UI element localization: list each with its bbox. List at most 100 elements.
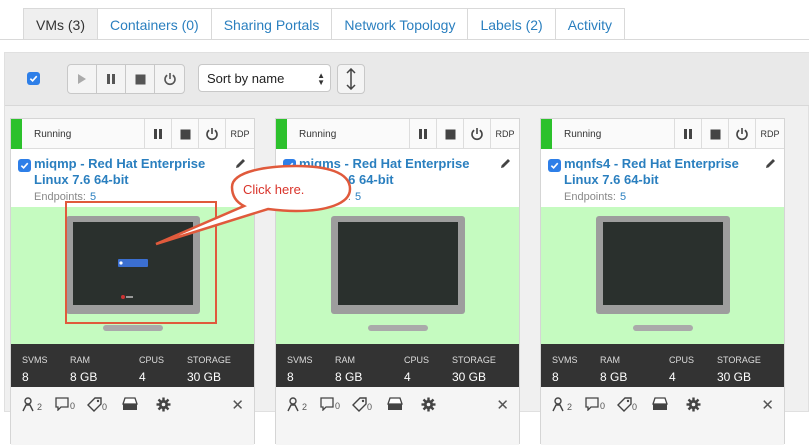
endpoints-count-link[interactable]: 5 (620, 191, 626, 203)
close-icon[interactable]: ✕ (761, 396, 774, 414)
rdp-button[interactable]: RDP (225, 119, 254, 149)
tags-count: 0 (632, 402, 638, 412)
power-icon[interactable] (198, 119, 225, 149)
pause-icon[interactable] (409, 119, 436, 149)
ram-value: 8 GB (600, 370, 628, 384)
disk-icon (652, 397, 668, 410)
stop-icon[interactable] (126, 65, 155, 93)
sort-direction-icon (346, 68, 356, 90)
users-button[interactable]: 2 (287, 397, 307, 412)
vm-card: Running RDP miqms - Red Hat Enterprise L… (275, 118, 520, 445)
bulk-actions (67, 64, 185, 94)
power-icon[interactable] (155, 65, 184, 93)
close-icon[interactable]: ✕ (231, 396, 244, 414)
cpus-value: 4 (669, 370, 676, 384)
power-icon[interactable] (728, 119, 755, 149)
endpoints-label: Endpoints: (299, 191, 351, 203)
tab-sharing-portals[interactable]: Sharing Portals (210, 8, 333, 40)
endpoints-count-link[interactable]: 5 (355, 191, 361, 203)
rdp-button[interactable]: RDP (755, 119, 784, 149)
rdp-button[interactable]: RDP (490, 119, 519, 149)
tab-bar: VMs (3) Containers (0) Sharing Portals N… (23, 8, 626, 40)
cpus-label: CPUS (669, 355, 695, 365)
running-indicator (541, 119, 552, 149)
pause-icon[interactable] (144, 119, 171, 149)
disk-button[interactable] (122, 397, 138, 411)
pencil-icon[interactable] (234, 157, 247, 173)
play-icon[interactable] (68, 65, 97, 93)
sort-select[interactable]: Sort by name ▲ ▼ (198, 64, 331, 92)
power-icon[interactable] (463, 119, 490, 149)
gear-icon (686, 397, 701, 412)
svms-value: 8 (287, 370, 294, 384)
tab-divider (0, 39, 809, 40)
comments-count: 0 (600, 401, 606, 411)
pencil-icon[interactable] (764, 157, 777, 173)
svms-value: 8 (552, 370, 559, 384)
vm-status-text: Running (34, 129, 72, 140)
users-icon (552, 397, 564, 412)
vm-select-checkbox[interactable] (283, 159, 296, 172)
sort-direction-button[interactable] (337, 64, 365, 94)
disk-button[interactable] (387, 397, 403, 411)
disk-icon (122, 397, 138, 410)
settings-button[interactable] (686, 397, 701, 412)
ram-label: RAM (70, 355, 90, 365)
tags-button[interactable]: 0 (352, 397, 372, 412)
stop-icon[interactable] (436, 119, 463, 149)
vm-select-checkbox[interactable] (18, 159, 31, 172)
tags-count: 0 (367, 402, 373, 412)
pause-icon[interactable] (97, 65, 126, 93)
tab-labels[interactable]: Labels (2) (467, 8, 556, 40)
storage-value: 30 GB (452, 370, 487, 384)
tab-containers[interactable]: Containers (0) (97, 8, 212, 40)
storage-value: 30 GB (717, 370, 752, 384)
endpoints-info: Endpoints: 5 (564, 191, 626, 203)
vm-name-link[interactable]: miqmp - Red Hat Enterprise Linux 7.6 64-… (34, 156, 234, 188)
ram-label: RAM (335, 355, 355, 365)
pause-icon[interactable] (674, 119, 701, 149)
tab-vms[interactable]: VMs (3) (23, 8, 98, 40)
annotation-text: Click here. (243, 182, 305, 197)
bulk-toolbar: Sort by name ▲ ▼ (5, 53, 809, 106)
tags-button[interactable]: 0 (87, 397, 107, 412)
vm-status-bar: Running RDP (541, 119, 784, 149)
users-button[interactable]: 2 (552, 397, 572, 412)
users-button[interactable]: 2 (22, 397, 42, 412)
select-arrows-icon: ▲ ▼ (317, 71, 325, 87)
vm-select-checkbox[interactable] (548, 159, 561, 172)
tab-activity[interactable]: Activity (554, 8, 626, 40)
vm-screen-preview[interactable] (541, 207, 784, 344)
users-count: 2 (302, 402, 308, 412)
comments-button[interactable]: 0 (320, 397, 340, 411)
select-all-checkbox[interactable] (27, 72, 40, 85)
vm-screen-preview[interactable] (276, 207, 519, 344)
disk-button[interactable] (652, 397, 668, 411)
settings-button[interactable] (421, 397, 436, 412)
tags-button[interactable]: 0 (617, 397, 637, 412)
users-count: 2 (37, 402, 43, 412)
vm-name-link[interactable]: miqms - Red Hat Enterprise Linux 7.6 64-… (299, 156, 499, 188)
vm-screen-preview-icon (596, 216, 730, 331)
comments-count: 0 (70, 401, 76, 411)
close-icon[interactable]: ✕ (496, 396, 509, 414)
tag-icon (87, 397, 102, 412)
svms-label: SVMS (22, 355, 48, 365)
vm-name-link[interactable]: mqnfs4 - Red Hat Enterprise Linux 7.6 64… (564, 156, 764, 188)
endpoints-label: Endpoints: (564, 191, 616, 203)
comments-button[interactable]: 0 (55, 397, 75, 411)
stop-icon[interactable] (171, 119, 198, 149)
vm-screen-preview-icon (331, 216, 465, 331)
vm-card-footer: 2 0 0 ✕ (541, 387, 784, 445)
vm-card-footer: 2 0 0 ✕ (276, 387, 519, 445)
comments-button[interactable]: 0 (585, 397, 605, 411)
settings-button[interactable] (156, 397, 171, 412)
running-indicator (11, 119, 22, 149)
pencil-icon[interactable] (499, 157, 512, 173)
cpus-label: CPUS (139, 355, 165, 365)
tab-network-topology[interactable]: Network Topology (331, 8, 469, 40)
vm-controls: RDP (409, 119, 519, 149)
endpoints-info: Endpoints: 5 (299, 191, 361, 203)
stop-icon[interactable] (701, 119, 728, 149)
users-icon (287, 397, 299, 412)
